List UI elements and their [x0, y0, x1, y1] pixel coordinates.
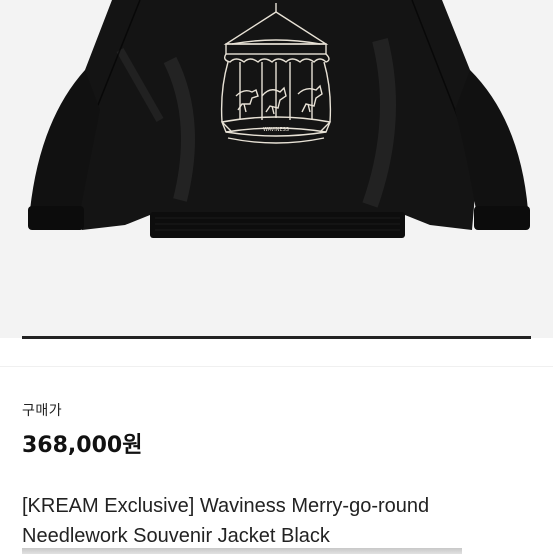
image-gallery-progress	[22, 336, 531, 339]
product-name: [KREAM Exclusive] Waviness Merry-go-roun…	[22, 491, 537, 551]
price-label: 구매가	[22, 403, 63, 419]
truncated-text-line	[22, 548, 462, 554]
price-value: 368,000원	[22, 433, 143, 458]
product-name-line-2: Needlework Souvenir Jacket Black	[22, 525, 330, 547]
product-name-line-1: [KREAM Exclusive] Waviness Merry-go-roun…	[22, 495, 430, 517]
jacket-illustration: WAVINESS	[28, 0, 530, 238]
product-image[interactable]: WAVINESS	[0, 0, 553, 338]
embroidery-label: WAVINESS	[263, 127, 289, 133]
image-gallery-progress-fill	[22, 336, 531, 339]
section-divider	[0, 366, 553, 367]
